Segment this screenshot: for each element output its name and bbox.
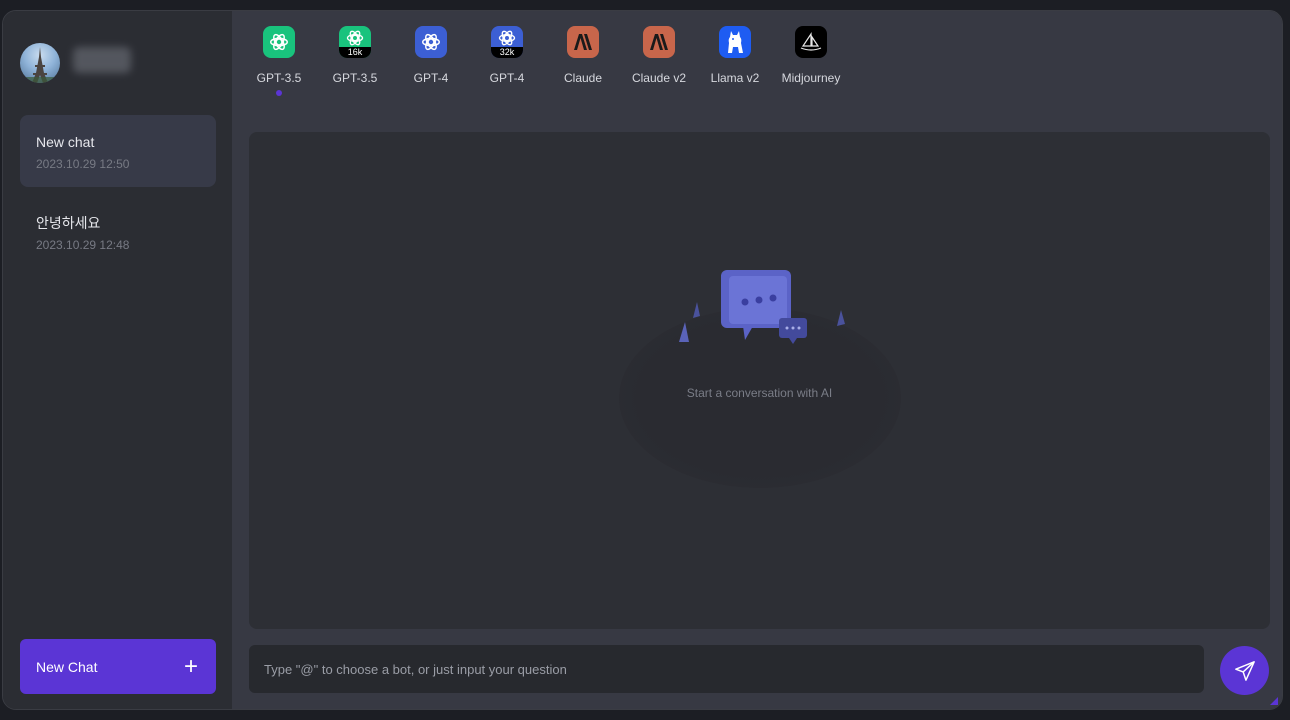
bot-label: Midjourney <box>781 71 841 85</box>
context-badge: 32k <box>491 47 523 58</box>
resize-grip-icon[interactable] <box>1270 697 1278 705</box>
openai-icon: 16k <box>339 26 371 58</box>
avatar[interactable] <box>20 43 60 83</box>
username-blurred <box>73 47 131 73</box>
sidebar: New chat 2023.10.29 12:50 안녕하세요 2023.10.… <box>3 11 232 709</box>
bot-claude[interactable]: Claude <box>548 26 618 106</box>
eiffel-tower-icon <box>20 47 60 83</box>
new-chat-button[interactable]: New Chat + <box>20 639 216 694</box>
bot-label: Llama v2 <box>710 71 760 85</box>
conversation-panel: Start a conversation with AI <box>249 132 1270 629</box>
anthropic-icon <box>643 26 675 58</box>
paper-plane-icon <box>1234 660 1255 681</box>
openai-icon <box>263 26 295 58</box>
llama-icon <box>719 26 751 58</box>
message-input[interactable] <box>249 645 1204 693</box>
bot-midjourney[interactable]: Midjourney <box>776 26 846 106</box>
bot-label: Claude v2 <box>631 71 687 85</box>
bot-label: GPT-3.5 <box>256 71 302 85</box>
bot-label: GPT-4 <box>489 71 525 85</box>
context-badge: 16k <box>339 47 371 58</box>
main-area: GPT-3.5 16k GPT-3.5 GPT-4 32k GPT-4 Clau… <box>232 11 1282 709</box>
chat-timestamp: 2023.10.29 12:48 <box>36 238 130 252</box>
chat-timestamp: 2023.10.29 12:50 <box>36 157 130 171</box>
plus-icon: + <box>183 652 198 680</box>
midjourney-icon <box>795 26 827 58</box>
openai-icon <box>415 26 447 58</box>
chat-title: New chat <box>36 134 95 150</box>
chat-list-item[interactable]: New chat 2023.10.29 12:50 <box>20 115 216 187</box>
bot-gpt-4[interactable]: GPT-4 <box>396 26 466 106</box>
openai-icon: 32k <box>491 26 523 58</box>
bot-claude-v2[interactable]: Claude v2 <box>624 26 694 106</box>
anthropic-icon <box>567 26 599 58</box>
message-input-container <box>249 645 1204 693</box>
bot-gpt-3-5-16k[interactable]: 16k GPT-3.5 <box>320 26 390 106</box>
chat-list-item[interactable]: 안녕하세요 2023.10.29 12:48 <box>20 196 216 268</box>
bot-gpt-3-5[interactable]: GPT-3.5 <box>244 26 314 106</box>
bot-label: GPT-4 <box>413 71 449 85</box>
chat-title: 안녕하세요 <box>36 215 101 231</box>
send-button[interactable] <box>1220 646 1269 695</box>
bot-label: Claude <box>563 71 603 85</box>
empty-state-text: Start a conversation with AI <box>686 386 833 400</box>
chat-bubbles-icon <box>679 270 845 344</box>
selected-indicator <box>276 90 282 96</box>
bot-llama-v2[interactable]: Llama v2 <box>700 26 770 106</box>
app-window: New chat 2023.10.29 12:50 안녕하세요 2023.10.… <box>2 10 1283 710</box>
bot-gpt-4-32k[interactable]: 32k GPT-4 <box>472 26 542 106</box>
new-chat-label: New Chat <box>36 658 98 675</box>
bot-label: GPT-3.5 <box>332 71 378 85</box>
